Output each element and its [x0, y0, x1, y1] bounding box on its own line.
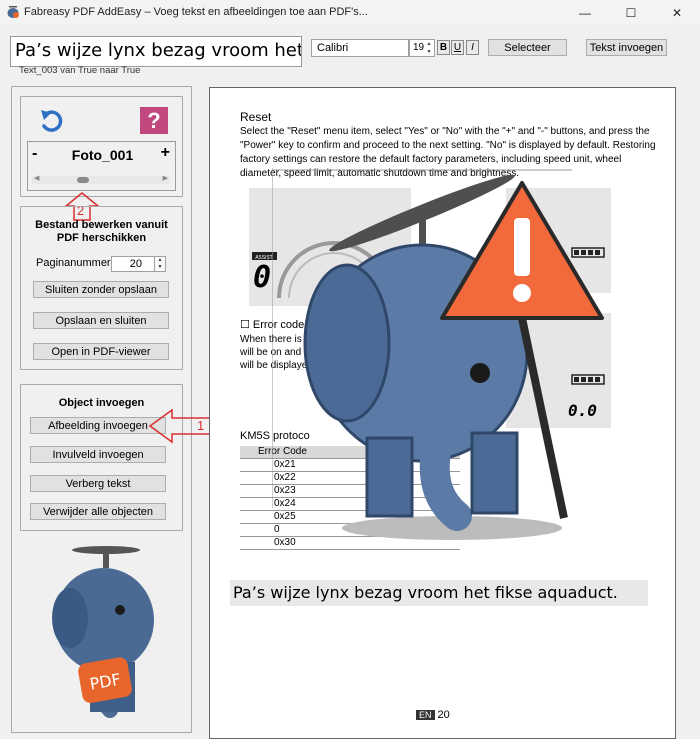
title-bar: Fabreasy PDF AddEasy – Voeg tekst en afb… [0, 0, 700, 26]
minimize-button[interactable]: — [562, 0, 608, 26]
insert-field-button[interactable]: Invulveld invoegen [30, 446, 166, 463]
slider-right-arrow-icon[interactable]: ▶ [163, 174, 168, 182]
maximize-icon: ☐ [625, 6, 637, 20]
page-number: 20 [437, 709, 450, 721]
slider-left-arrow-icon[interactable]: ◀ [34, 174, 39, 182]
undo-icon[interactable] [38, 107, 66, 135]
status-text: Text_003 van True naar True [19, 65, 141, 76]
font-select[interactable]: Calibri [311, 39, 409, 57]
inserted-text-object[interactable]: Pa’s wijze lynx bezag vroom het fikse aq… [230, 580, 648, 606]
insert-image-button[interactable]: Afbeelding invoegen [30, 417, 166, 434]
page-number-label: Paginanummer [36, 257, 111, 269]
open-in-viewer-button[interactable]: Open in PDF-viewer [33, 343, 169, 360]
doc-heading: Reset [240, 110, 272, 124]
close-icon: ✕ [671, 6, 683, 20]
help-icon[interactable]: ? [140, 107, 168, 134]
pdf-page[interactable]: Reset Select the "Reset" menu item, sele… [209, 87, 676, 739]
edit-group-title: Bestand bewerken vanuit PDF herschikken [35, 219, 168, 244]
text-input[interactable]: Pa’s wijze lynx bezag vroom het fik [10, 36, 302, 67]
page-number-input[interactable]: 20 [111, 256, 155, 272]
next-photo-button[interactable]: + [161, 144, 170, 162]
window-title: Fabreasy PDF AddEasy – Voeg tekst en afb… [24, 6, 368, 18]
close-without-save-button[interactable]: Sluiten zonder opslaan [33, 281, 169, 298]
photo-slider[interactable]: ◀ ▶ [32, 174, 170, 184]
save-and-close-button[interactable]: Opslaan en sluiten [33, 312, 169, 329]
callout-1-label: 1 [197, 418, 205, 433]
maximize-button[interactable]: ☐ [608, 0, 654, 26]
elephant-logo-icon: PDF [52, 546, 154, 718]
underline-button[interactable]: U [451, 40, 464, 55]
font-size-spinner[interactable]: ▲ ▼ [424, 40, 434, 56]
inserted-elephant-warning-image[interactable] [272, 168, 612, 553]
remove-all-objects-button[interactable]: Verwijder alle objecten [30, 503, 166, 520]
app-icon [7, 6, 19, 18]
language-badge: EN [416, 710, 435, 720]
hide-text-button[interactable]: Verberg tekst [30, 475, 166, 492]
page-number-spinner[interactable]: ▲ ▼ [155, 256, 166, 272]
photo-name: Foto_001 [71, 147, 134, 163]
italic-button[interactable]: I [466, 40, 479, 55]
select-button[interactable]: Selecteer [488, 39, 567, 56]
insert-text-button[interactable]: Tekst invoegen [586, 39, 667, 56]
close-button[interactable]: ✕ [654, 0, 700, 26]
photo-navigator: - Foto_001 + ◀ ▶ [27, 141, 176, 191]
minimize-icon: — [579, 6, 591, 20]
vertical-scrollbar[interactable] [681, 87, 696, 739]
slider-thumb[interactable] [77, 177, 89, 183]
bold-button[interactable]: B [437, 40, 450, 55]
page-footer: EN 20 [416, 709, 450, 721]
assist-digit: 0 [253, 260, 272, 295]
